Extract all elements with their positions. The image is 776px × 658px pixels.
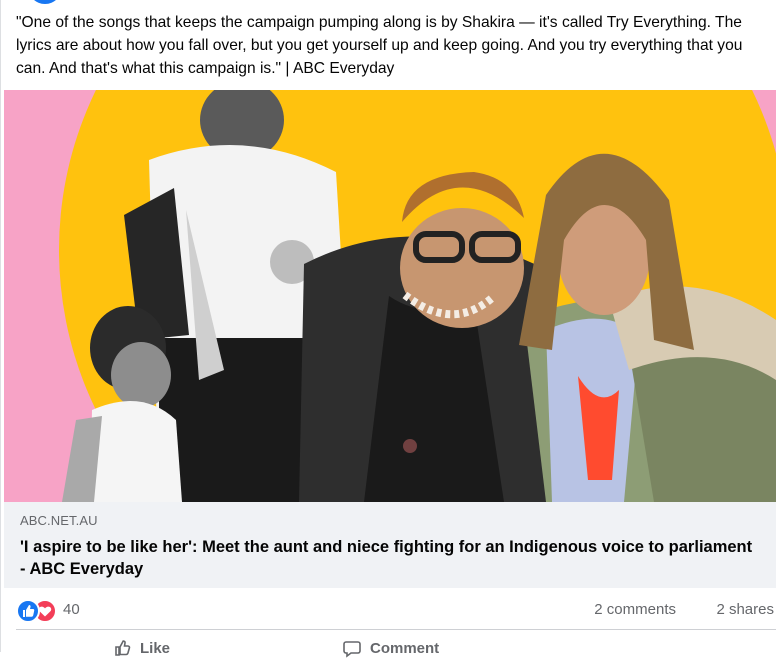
- like-label: Like: [140, 639, 171, 657]
- reaction-icons[interactable]: [16, 598, 60, 623]
- like-reaction-icon: [16, 599, 40, 623]
- link-preview-image[interactable]: [4, 90, 776, 502]
- page-avatar[interactable]: [28, 0, 62, 4]
- post-text: "One of the songs that keeps the campaig…: [16, 14, 743, 77]
- left-border: [0, 0, 1, 652]
- comment-label: Comment: [370, 639, 440, 657]
- like-button[interactable]: Like: [112, 638, 170, 658]
- thumbs-up-icon: [115, 640, 131, 656]
- collage-illustration: [4, 90, 776, 502]
- comments-count[interactable]: 2 comments: [594, 601, 676, 618]
- link-metadata[interactable]: ABC.NET.AU 'I aspire to be like her': Me…: [4, 502, 776, 588]
- reactions-summary: 40 2 comments 2 shares: [16, 598, 776, 623]
- shares-count[interactable]: 2 shares: [716, 601, 774, 618]
- reaction-count[interactable]: 40: [63, 601, 80, 618]
- comment-button[interactable]: Comment: [342, 638, 439, 658]
- actions-divider: [16, 629, 776, 630]
- link-domain: ABC.NET.AU: [20, 513, 98, 528]
- link-headline[interactable]: 'I aspire to be like her': Meet the aunt…: [20, 536, 760, 580]
- comment-bubble-icon: [343, 641, 361, 658]
